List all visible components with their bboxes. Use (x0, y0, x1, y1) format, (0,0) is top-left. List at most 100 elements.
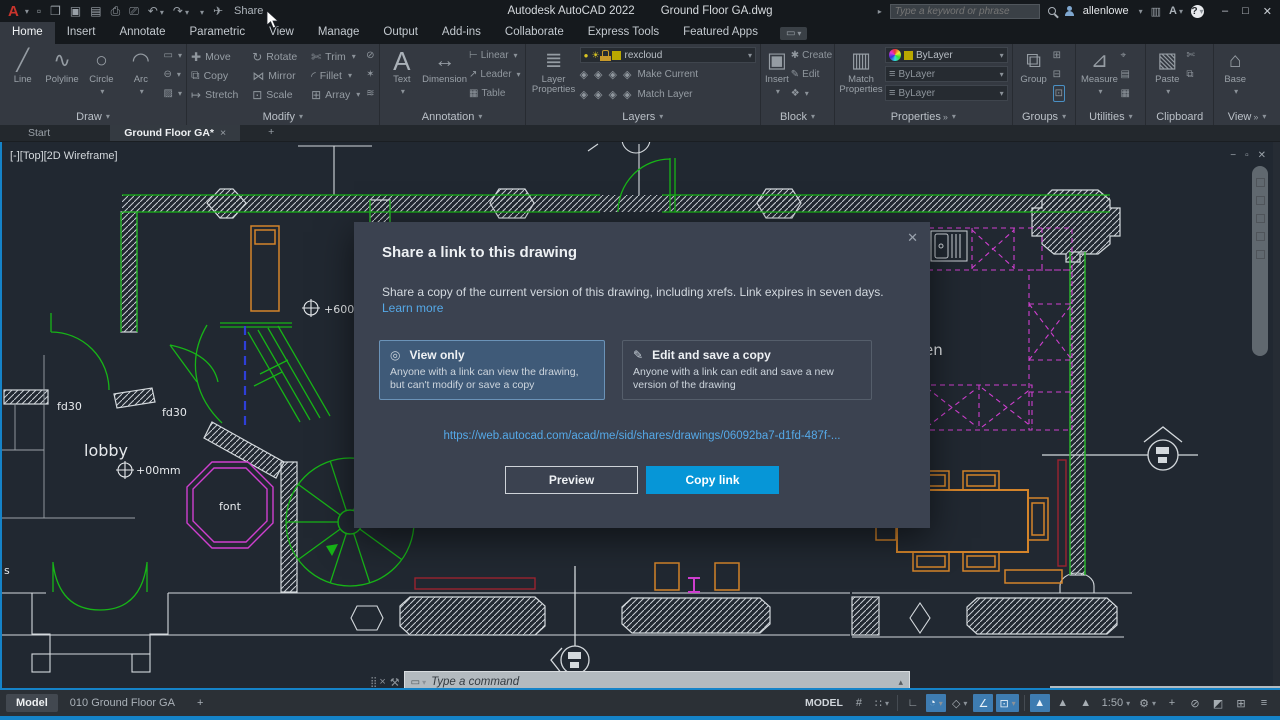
linetype-select[interactable]: ≡ ByLayer (885, 85, 1008, 101)
match-layer-button[interactable]: Match Layer (637, 89, 692, 100)
model-space-toggle[interactable]: MODEL (802, 694, 846, 712)
window-close-button[interactable]: ✕ (1263, 5, 1272, 18)
share-icon[interactable]: ✈ (213, 4, 223, 18)
tab-home[interactable]: Home (0, 22, 55, 44)
command-history-caret-icon[interactable]: ▴ (898, 677, 903, 688)
view-panel-expand-icon[interactable]: » (1253, 112, 1258, 122)
viewport-minimize-icon[interactable]: − (1230, 150, 1236, 161)
autocad-logo-icon[interactable]: A (0, 3, 23, 20)
undo-icon[interactable]: ↶ (148, 4, 164, 18)
file-tab-drawing[interactable]: Ground Floor GA*× (110, 125, 240, 141)
graphics-performance-icon[interactable]: ◩ (1208, 694, 1228, 712)
circle-button[interactable]: ○Circle (83, 47, 120, 97)
tab-output[interactable]: Output (371, 22, 430, 44)
preview-button[interactable]: Preview (505, 466, 638, 494)
open-file-icon[interactable]: ❒ (50, 4, 61, 18)
table-button[interactable]: ▦Table (469, 85, 521, 102)
tab-annotate[interactable]: Annotate (107, 22, 177, 44)
explode-button[interactable]: ✶ (366, 66, 374, 83)
array-button[interactable]: ⊞Array (311, 88, 364, 102)
isodraft-toggle[interactable]: ◇ (949, 694, 970, 712)
nav-motion-icon[interactable] (1256, 250, 1265, 259)
new-drawing-tab-button[interactable]: + (260, 125, 282, 141)
polyline-button[interactable]: ∿Polyline (43, 47, 80, 85)
file-tab-close-icon[interactable]: × (220, 127, 226, 139)
panel-label-modify[interactable]: Modify (187, 108, 379, 125)
qat-customize-caret[interactable] (198, 4, 204, 18)
hatch-button[interactable]: ▨ (164, 85, 182, 102)
model-tab[interactable]: Model (6, 694, 58, 712)
viewport-close-icon[interactable]: ✕ (1258, 150, 1266, 161)
object-snap-tracking-toggle[interactable]: ∠ (973, 694, 993, 712)
search-input[interactable] (890, 4, 1040, 19)
viewport-controls-label[interactable]: [-][Top][2D Wireframe] (10, 150, 118, 162)
panel-label-draw[interactable]: Draw (0, 108, 186, 125)
window-minimize-button[interactable]: – (1222, 5, 1228, 18)
quick-select-button[interactable]: ▤ (1120, 66, 1129, 83)
nav-wheel-icon[interactable] (1256, 178, 1265, 187)
window-maximize-button[interactable]: □ (1242, 5, 1249, 18)
annotation-monitor-button[interactable]: + (1162, 694, 1182, 712)
plot-icon[interactable]: ⎙ (111, 4, 121, 19)
edit-and-save-option[interactable]: ✎Edit and save a copy Anyone with a link… (622, 340, 872, 400)
layer-freeze-icon[interactable]: ◈ (609, 68, 619, 81)
search-icon[interactable] (1048, 7, 1056, 15)
layer-select[interactable]: ● ☀ rexcloud (580, 47, 756, 63)
measure-button[interactable]: ⊿Measure (1080, 47, 1118, 97)
linear-button[interactable]: ⊢Linear (469, 47, 521, 64)
redo-icon[interactable]: ↷ (173, 4, 189, 18)
layer-thaw-all-icon[interactable]: ◈ (609, 88, 619, 101)
layout-tab-ground-floor[interactable]: 010 Ground Floor GA (60, 694, 185, 712)
match-properties-button[interactable]: ▥Match Properties (839, 47, 883, 95)
layer-isolate-icon[interactable]: ◈ (594, 68, 604, 81)
layer-properties-button[interactable]: ≣Layer Properties (530, 47, 578, 95)
annotation-scale-value[interactable]: 1:50 (1099, 694, 1133, 712)
cut-button[interactable]: ✄ (1186, 47, 1194, 64)
command-input[interactable]: ▭ Type a command ▴ (404, 671, 910, 690)
dimension-button[interactable]: ↔Dimension (422, 47, 467, 85)
move-button[interactable]: ✚Move (191, 50, 242, 64)
panel-label-view[interactable]: View» (1214, 108, 1280, 125)
app-menu-caret[interactable] (23, 5, 29, 17)
copy-button[interactable]: ⧉Copy (191, 68, 242, 83)
annotation-scale-icon[interactable]: ▲ (1076, 694, 1096, 712)
layer-lock-icon[interactable]: ◈ (623, 68, 633, 81)
stretch-button[interactable]: ↦Stretch (191, 88, 242, 102)
print-icon[interactable]: ⎚ (129, 4, 139, 19)
copy-link-button[interactable]: Copy link (646, 466, 779, 494)
panel-label-utilities[interactable]: Utilities (1076, 108, 1145, 125)
block-attributes-button[interactable]: ❖ (791, 85, 832, 102)
nav-zoom-icon[interactable] (1256, 214, 1265, 223)
nav-pan-icon[interactable] (1256, 196, 1265, 205)
tab-insert[interactable]: Insert (55, 22, 108, 44)
arc-button[interactable]: ◠Arc (122, 47, 159, 97)
isolate-objects-icon[interactable]: ⊘ (1185, 694, 1205, 712)
object-snap-toggle[interactable]: ⊡ (996, 694, 1018, 712)
panel-expand-icon[interactable]: » (943, 112, 948, 122)
tab-manage[interactable]: Manage (306, 22, 372, 44)
ribbon-display-toggle[interactable]: ▭ (780, 27, 807, 40)
add-layout-button[interactable]: + (187, 694, 213, 712)
text-button[interactable]: AText (384, 47, 421, 97)
rotate-button[interactable]: ↻Rotate (252, 50, 301, 64)
mirror-button[interactable]: ⋈Mirror (252, 69, 301, 83)
navigation-bar[interactable] (1252, 166, 1268, 356)
tab-parametric[interactable]: Parametric (178, 22, 258, 44)
rectangle-button[interactable]: ▭ (164, 47, 182, 64)
layer-unisolate-icon[interactable]: ◈ (594, 88, 604, 101)
edit-block-button[interactable]: ✎Edit (791, 66, 832, 83)
dialog-close-icon[interactable]: ✕ (907, 230, 918, 246)
tab-express-tools[interactable]: Express Tools (576, 22, 671, 44)
new-file-icon[interactable]: ▫ (37, 4, 41, 18)
layer-unlock-all-icon[interactable]: ◈ (623, 88, 633, 101)
command-line-grip[interactable]: ⣿ (370, 677, 375, 688)
autodesk-app-icon[interactable]: A (1169, 5, 1183, 17)
command-line-close-icon[interactable]: × (379, 676, 385, 688)
workspace-gear-icon[interactable]: ⚙ (1136, 694, 1159, 712)
panel-label-clipboard[interactable]: Clipboard (1146, 108, 1213, 125)
offset-button[interactable]: ≋ (366, 85, 374, 102)
panel-label-properties[interactable]: Properties» (835, 108, 1012, 125)
fillet-button[interactable]: ◜Fillet (311, 69, 364, 83)
recent-commands-icon[interactable]: ▭ (411, 677, 426, 688)
id-point-button[interactable]: ⌖ (1120, 47, 1129, 64)
